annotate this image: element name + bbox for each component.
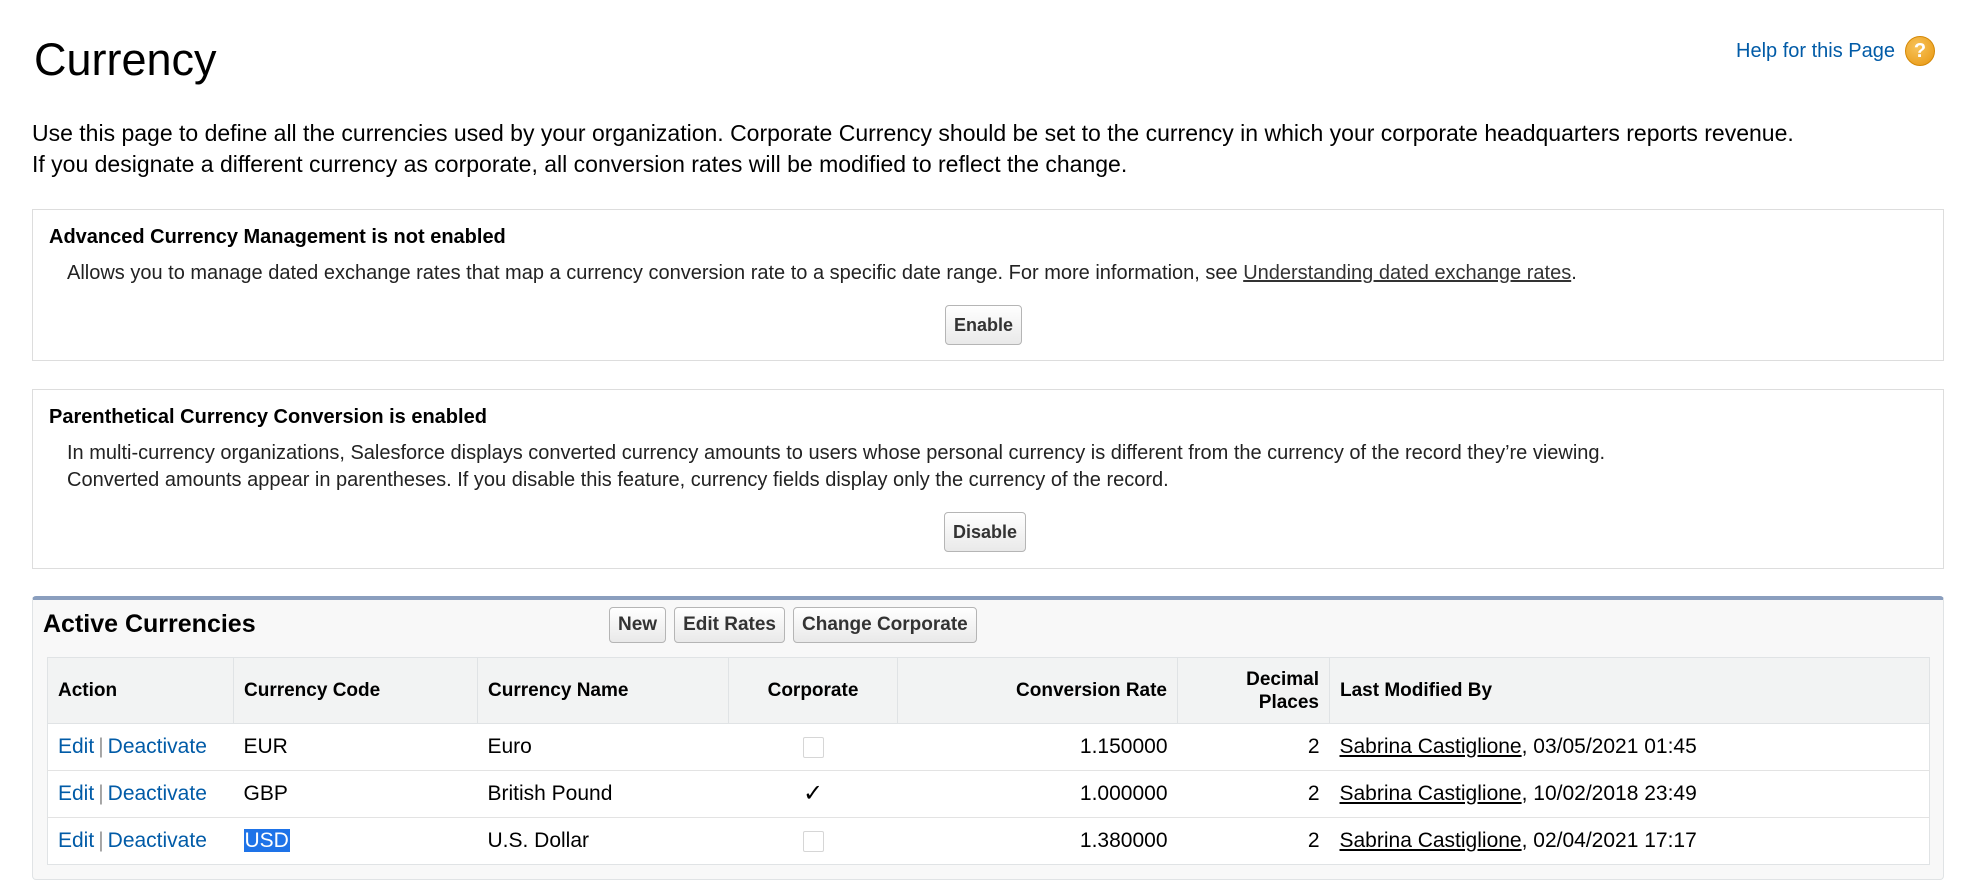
- parenthetical-currency-heading: Parenthetical Currency Conversion is ena…: [49, 406, 487, 428]
- question-mark-icon[interactable]: ?: [1905, 36, 1935, 66]
- intro-line-1: Use this page to define all the currenci…: [32, 120, 1794, 146]
- advanced-description-end: .: [1571, 262, 1577, 284]
- action-cell: Edit | Deactivate: [48, 818, 234, 865]
- last-modified-cell: Sabrina Castiglione, 02/04/2021 17:17: [1330, 818, 1930, 865]
- enable-button[interactable]: Enable: [945, 305, 1023, 345]
- currency-code-cell: USD: [234, 818, 478, 865]
- active-currencies-heading: Active Currencies: [43, 610, 256, 638]
- currency-page: Currency Help for this Page ? Use this p…: [0, 0, 1975, 890]
- table-row: Edit | Deactivate EUR Euro 1.150000 2 Sabr…: [47, 723, 1930, 771]
- conversion-rate-cell: 1.000000: [897, 770, 1178, 818]
- edit-link[interactable]: Edit: [58, 735, 94, 758]
- corporate-checkmark-icon: ✓: [802, 780, 824, 808]
- modified-date: , 10/02/2018 23:49: [1521, 782, 1697, 805]
- modified-by-user-link[interactable]: Sabrina Castiglione: [1340, 782, 1522, 805]
- currency-name-cell: Euro: [477, 723, 729, 771]
- action-separator: |: [98, 735, 104, 758]
- column-header-decimal-places: Decimal Places: [1177, 657, 1330, 724]
- active-currencies-table: Action Currency Code Currency Name Corpo…: [47, 657, 1930, 865]
- edit-link[interactable]: Edit: [58, 829, 94, 852]
- table-row: Edit | Deactivate GBP British Pound ✓ 1.00…: [47, 770, 1930, 818]
- action-separator: |: [98, 782, 104, 805]
- decimal-places-cell: 2: [1177, 723, 1330, 771]
- conversion-rate-cell: 1.380000: [1079, 829, 1168, 852]
- column-header-corporate: Corporate: [728, 657, 898, 724]
- table-header-row: Action Currency Code Currency Name Corpo…: [47, 657, 1930, 724]
- edit-rates-button[interactable]: Edit Rates: [674, 607, 785, 643]
- currency-name-cell: British Pound: [477, 770, 729, 818]
- modified-by-user-link[interactable]: Sabrina Castiglione: [1340, 829, 1522, 852]
- active-currencies-toolbar: New Edit Rates Change Corporate: [609, 607, 977, 643]
- currency-code-cell: GBP: [233, 770, 478, 818]
- page-title: Currency: [34, 34, 217, 85]
- active-currencies-section: Active Currencies New Edit Rates Change …: [32, 596, 1944, 880]
- corporate-cell: [729, 818, 898, 865]
- table-row: Edit | Deactivate USD U.S. Dollar 1.380000…: [48, 818, 1930, 865]
- last-modified-cell: Sabrina Castiglione, 03/05/2021 01:45: [1329, 723, 1930, 771]
- deactivate-link[interactable]: Deactivate: [108, 735, 207, 758]
- help-link-area[interactable]: Help for this Page ?: [1736, 36, 1935, 66]
- decimal-places-cell: 2: [1307, 829, 1320, 852]
- action-separator: |: [98, 829, 104, 852]
- currency-name-cell: U.S. Dollar: [487, 829, 590, 852]
- advanced-currency-panel: Advanced Currency Management is not enab…: [32, 209, 1944, 361]
- action-cell: Edit | Deactivate: [47, 723, 234, 771]
- page-description: Use this page to define all the currenci…: [32, 118, 1952, 180]
- parenthetical-currency-description: In multi-currency organizations, Salesfo…: [67, 440, 1917, 494]
- change-corporate-button[interactable]: Change Corporate: [793, 607, 977, 643]
- last-modified-cell: Sabrina Castiglione, 10/02/2018 23:49: [1329, 770, 1930, 818]
- currency-code-cell: EUR: [233, 723, 478, 771]
- deactivate-link[interactable]: Deactivate: [108, 782, 207, 805]
- parenthetical-currency-panel: Parenthetical Currency Conversion is ena…: [32, 389, 1944, 569]
- help-for-page-link[interactable]: Help for this Page: [1736, 40, 1895, 63]
- column-header-currency-code: Currency Code: [233, 657, 478, 724]
- conversion-rate-cell: 1.150000: [897, 723, 1178, 771]
- modified-date: , 02/04/2021 17:17: [1521, 829, 1697, 852]
- intro-line-2: If you designate a different currency as…: [32, 151, 1128, 177]
- deactivate-link[interactable]: Deactivate: [108, 829, 207, 852]
- advanced-description-text: Allows you to manage dated exchange rate…: [67, 262, 1244, 284]
- selected-currency-code: USD: [243, 829, 290, 852]
- column-header-action: Action: [47, 657, 234, 724]
- column-header-conversion-rate: Conversion Rate: [897, 657, 1178, 724]
- modified-date: , 03/05/2021 01:45: [1521, 735, 1697, 758]
- corporate-cell: ✓: [728, 770, 898, 818]
- column-header-last-modified: Last Modified By: [1329, 657, 1930, 724]
- corporate-unchecked-icon: [802, 830, 824, 852]
- advanced-currency-description: Allows you to manage dated exchange rate…: [67, 260, 1917, 287]
- disable-button[interactable]: Disable: [944, 512, 1027, 552]
- corporate-cell: [728, 723, 898, 771]
- decimal-places-cell: 2: [1177, 770, 1330, 818]
- column-header-currency-name: Currency Name: [477, 657, 729, 724]
- decimal-header-line-2: Places: [1258, 691, 1319, 713]
- parenthetical-line-1: In multi-currency organizations, Salesfo…: [67, 442, 1606, 464]
- modified-by-user-link[interactable]: Sabrina Castiglione: [1340, 735, 1522, 758]
- action-cell: Edit | Deactivate: [47, 770, 234, 818]
- decimal-header-line-1: Decimal: [1246, 668, 1319, 690]
- corporate-unchecked-icon: [802, 736, 824, 758]
- advanced-currency-heading: Advanced Currency Management is not enab…: [49, 226, 506, 248]
- new-button[interactable]: New: [609, 607, 667, 643]
- dated-exchange-rates-link[interactable]: Understanding dated exchange rates: [1243, 262, 1571, 284]
- parenthetical-line-2: Converted amounts appear in parentheses.…: [67, 469, 1169, 491]
- edit-link[interactable]: Edit: [58, 782, 94, 805]
